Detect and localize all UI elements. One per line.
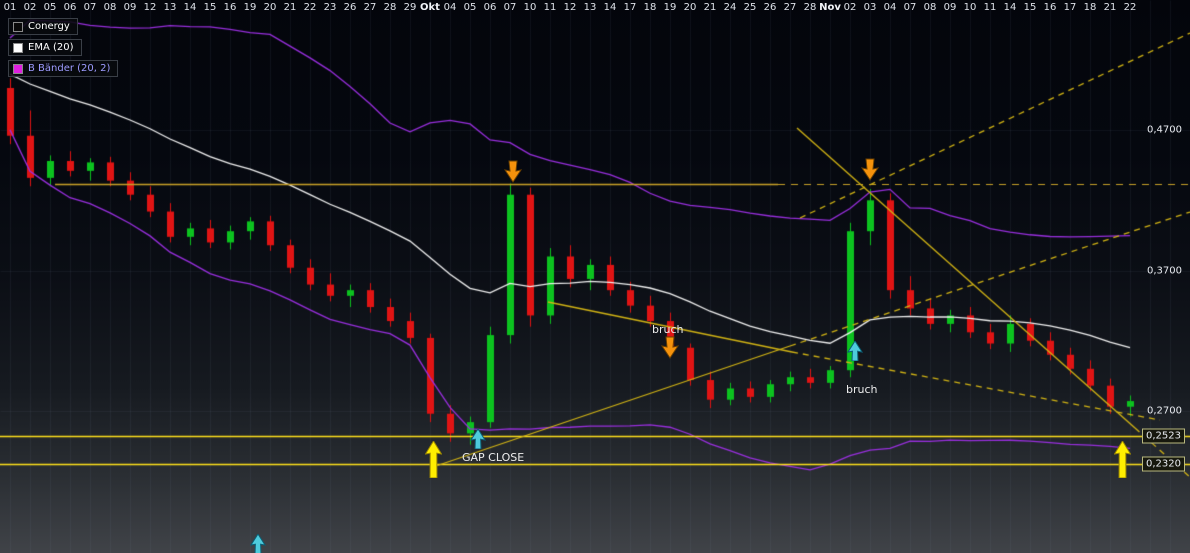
annotation-text[interactable]: bruch bbox=[846, 383, 878, 396]
annotation-text[interactable]: bruch bbox=[652, 323, 684, 336]
legend-item-ema[interactable]: EMA (20) bbox=[8, 39, 82, 56]
orange-down-arrow-icon[interactable] bbox=[860, 158, 880, 181]
chart-legend: Conergy EMA (20) B Bänder (20, 2) bbox=[8, 18, 119, 77]
yellow-up-arrow-icon[interactable] bbox=[1113, 440, 1132, 479]
trading-chart-window: 01 02 05 06 07 08 09 12 13 14 15 16 19 20 21 22 23 26 27 28… bbox=[0, 0, 1190, 553]
bollinger-swatch-icon bbox=[13, 63, 23, 74]
orange-down-arrow-icon[interactable] bbox=[660, 336, 680, 359]
cyan-up-arrow-icon[interactable] bbox=[846, 340, 864, 362]
cyan-up-arrow-icon[interactable] bbox=[249, 533, 267, 553]
bollinger-label: B Bänder (20, 2) bbox=[28, 63, 111, 74]
ema-swatch-icon bbox=[13, 42, 23, 53]
ema-label: EMA (20) bbox=[28, 42, 74, 53]
annotation-text[interactable]: GAP CLOSE bbox=[462, 451, 524, 464]
instrument-label: Conergy bbox=[28, 21, 70, 32]
instrument-swatch-icon bbox=[13, 21, 23, 32]
legend-item-instrument[interactable]: Conergy bbox=[8, 18, 78, 35]
cyan-up-arrow-icon[interactable] bbox=[469, 428, 487, 450]
orange-down-arrow-icon[interactable] bbox=[503, 160, 523, 183]
yellow-up-arrow-icon[interactable] bbox=[424, 440, 443, 479]
annotation-layer: bruch bruch GAP CLOSE bbox=[0, 0, 1190, 553]
legend-item-bollinger[interactable]: B Bänder (20, 2) bbox=[8, 60, 119, 77]
